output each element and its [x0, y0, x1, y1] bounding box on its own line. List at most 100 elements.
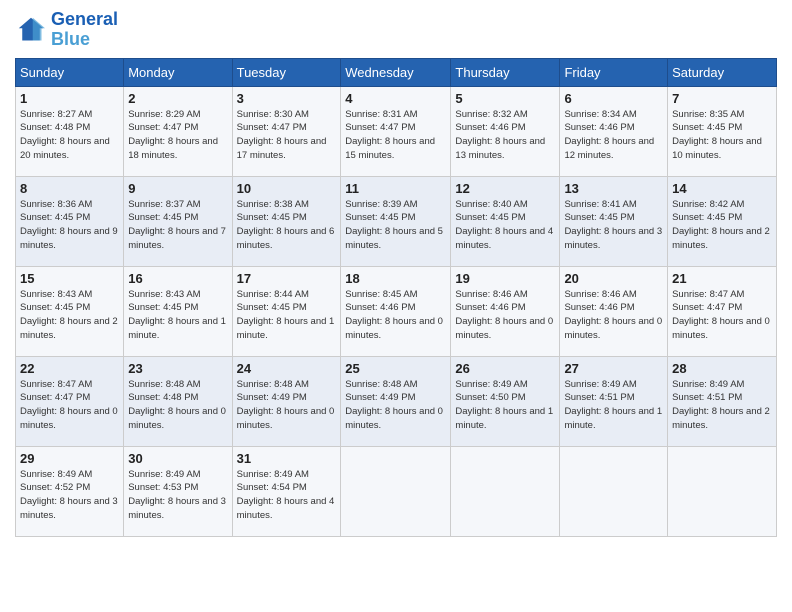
day-number: 7: [672, 91, 772, 106]
day-number: 30: [128, 451, 227, 466]
day-detail: Sunrise: 8:45 AMSunset: 4:46 PMDaylight:…: [345, 289, 443, 341]
calendar-cell: 10 Sunrise: 8:38 AMSunset: 4:45 PMDaylig…: [232, 176, 341, 266]
day-number: 5: [455, 91, 555, 106]
calendar-cell: [668, 446, 777, 536]
day-number: 23: [128, 361, 227, 376]
day-number: 3: [237, 91, 337, 106]
day-number: 9: [128, 181, 227, 196]
day-number: 22: [20, 361, 119, 376]
day-detail: Sunrise: 8:49 AMSunset: 4:50 PMDaylight:…: [455, 379, 553, 431]
calendar-cell: 2 Sunrise: 8:29 AMSunset: 4:47 PMDayligh…: [124, 86, 232, 176]
calendar-cell: 18 Sunrise: 8:45 AMSunset: 4:46 PMDaylig…: [341, 266, 451, 356]
day-detail: Sunrise: 8:47 AMSunset: 4:47 PMDaylight:…: [672, 289, 770, 341]
calendar-cell: 11 Sunrise: 8:39 AMSunset: 4:45 PMDaylig…: [341, 176, 451, 266]
calendar-cell: 31 Sunrise: 8:49 AMSunset: 4:54 PMDaylig…: [232, 446, 341, 536]
day-number: 27: [564, 361, 663, 376]
day-number: 28: [672, 361, 772, 376]
day-detail: Sunrise: 8:35 AMSunset: 4:45 PMDaylight:…: [672, 109, 762, 161]
day-number: 25: [345, 361, 446, 376]
day-detail: Sunrise: 8:48 AMSunset: 4:49 PMDaylight:…: [237, 379, 335, 431]
calendar-week-row: 22 Sunrise: 8:47 AMSunset: 4:47 PMDaylig…: [16, 356, 777, 446]
calendar-cell: 13 Sunrise: 8:41 AMSunset: 4:45 PMDaylig…: [560, 176, 668, 266]
day-detail: Sunrise: 8:49 AMSunset: 4:52 PMDaylight:…: [20, 469, 118, 521]
calendar-cell: 1 Sunrise: 8:27 AMSunset: 4:48 PMDayligh…: [16, 86, 124, 176]
day-detail: Sunrise: 8:49 AMSunset: 4:51 PMDaylight:…: [564, 379, 662, 431]
calendar-cell: 21 Sunrise: 8:47 AMSunset: 4:47 PMDaylig…: [668, 266, 777, 356]
day-detail: Sunrise: 8:31 AMSunset: 4:47 PMDaylight:…: [345, 109, 435, 161]
logo: General Blue: [15, 10, 118, 50]
calendar-cell: 20 Sunrise: 8:46 AMSunset: 4:46 PMDaylig…: [560, 266, 668, 356]
day-number: 11: [345, 181, 446, 196]
calendar-cell: 29 Sunrise: 8:49 AMSunset: 4:52 PMDaylig…: [16, 446, 124, 536]
day-detail: Sunrise: 8:37 AMSunset: 4:45 PMDaylight:…: [128, 199, 226, 251]
day-number: 4: [345, 91, 446, 106]
calendar-cell: 12 Sunrise: 8:40 AMSunset: 4:45 PMDaylig…: [451, 176, 560, 266]
day-number: 19: [455, 271, 555, 286]
weekday-header-friday: Friday: [560, 58, 668, 86]
calendar-cell: 16 Sunrise: 8:43 AMSunset: 4:45 PMDaylig…: [124, 266, 232, 356]
calendar-cell: 26 Sunrise: 8:49 AMSunset: 4:50 PMDaylig…: [451, 356, 560, 446]
day-number: 26: [455, 361, 555, 376]
day-number: 18: [345, 271, 446, 286]
calendar-cell: 19 Sunrise: 8:46 AMSunset: 4:46 PMDaylig…: [451, 266, 560, 356]
day-number: 13: [564, 181, 663, 196]
day-detail: Sunrise: 8:40 AMSunset: 4:45 PMDaylight:…: [455, 199, 553, 251]
calendar-week-row: 1 Sunrise: 8:27 AMSunset: 4:48 PMDayligh…: [16, 86, 777, 176]
calendar-week-row: 15 Sunrise: 8:43 AMSunset: 4:45 PMDaylig…: [16, 266, 777, 356]
calendar-cell: [341, 446, 451, 536]
calendar-cell: 4 Sunrise: 8:31 AMSunset: 4:47 PMDayligh…: [341, 86, 451, 176]
day-number: 21: [672, 271, 772, 286]
day-detail: Sunrise: 8:36 AMSunset: 4:45 PMDaylight:…: [20, 199, 118, 251]
day-number: 15: [20, 271, 119, 286]
page-header: General Blue: [15, 10, 777, 50]
weekday-header-sunday: Sunday: [16, 58, 124, 86]
weekday-header-saturday: Saturday: [668, 58, 777, 86]
calendar-cell: [560, 446, 668, 536]
calendar-cell: 7 Sunrise: 8:35 AMSunset: 4:45 PMDayligh…: [668, 86, 777, 176]
day-number: 31: [237, 451, 337, 466]
day-detail: Sunrise: 8:39 AMSunset: 4:45 PMDaylight:…: [345, 199, 443, 251]
calendar-week-row: 29 Sunrise: 8:49 AMSunset: 4:52 PMDaylig…: [16, 446, 777, 536]
day-detail: Sunrise: 8:29 AMSunset: 4:47 PMDaylight:…: [128, 109, 218, 161]
day-detail: Sunrise: 8:49 AMSunset: 4:54 PMDaylight:…: [237, 469, 335, 521]
calendar-cell: 27 Sunrise: 8:49 AMSunset: 4:51 PMDaylig…: [560, 356, 668, 446]
day-detail: Sunrise: 8:34 AMSunset: 4:46 PMDaylight:…: [564, 109, 654, 161]
calendar-cell: 22 Sunrise: 8:47 AMSunset: 4:47 PMDaylig…: [16, 356, 124, 446]
day-detail: Sunrise: 8:27 AMSunset: 4:48 PMDaylight:…: [20, 109, 110, 161]
day-detail: Sunrise: 8:48 AMSunset: 4:48 PMDaylight:…: [128, 379, 226, 431]
calendar-cell: 23 Sunrise: 8:48 AMSunset: 4:48 PMDaylig…: [124, 356, 232, 446]
day-number: 20: [564, 271, 663, 286]
day-detail: Sunrise: 8:46 AMSunset: 4:46 PMDaylight:…: [455, 289, 553, 341]
logo-text: General Blue: [51, 10, 118, 50]
calendar-cell: 6 Sunrise: 8:34 AMSunset: 4:46 PMDayligh…: [560, 86, 668, 176]
weekday-header-tuesday: Tuesday: [232, 58, 341, 86]
calendar-cell: 3 Sunrise: 8:30 AMSunset: 4:47 PMDayligh…: [232, 86, 341, 176]
calendar-table: SundayMondayTuesdayWednesdayThursdayFrid…: [15, 58, 777, 537]
day-detail: Sunrise: 8:46 AMSunset: 4:46 PMDaylight:…: [564, 289, 662, 341]
calendar-cell: 5 Sunrise: 8:32 AMSunset: 4:46 PMDayligh…: [451, 86, 560, 176]
day-detail: Sunrise: 8:32 AMSunset: 4:46 PMDaylight:…: [455, 109, 545, 161]
day-detail: Sunrise: 8:43 AMSunset: 4:45 PMDaylight:…: [20, 289, 118, 341]
calendar-cell: 30 Sunrise: 8:49 AMSunset: 4:53 PMDaylig…: [124, 446, 232, 536]
calendar-cell: 17 Sunrise: 8:44 AMSunset: 4:45 PMDaylig…: [232, 266, 341, 356]
day-detail: Sunrise: 8:30 AMSunset: 4:47 PMDaylight:…: [237, 109, 327, 161]
day-number: 2: [128, 91, 227, 106]
day-number: 29: [20, 451, 119, 466]
day-number: 24: [237, 361, 337, 376]
calendar-cell: 15 Sunrise: 8:43 AMSunset: 4:45 PMDaylig…: [16, 266, 124, 356]
calendar-cell: [451, 446, 560, 536]
day-detail: Sunrise: 8:49 AMSunset: 4:51 PMDaylight:…: [672, 379, 770, 431]
day-detail: Sunrise: 8:44 AMSunset: 4:45 PMDaylight:…: [237, 289, 335, 341]
day-detail: Sunrise: 8:41 AMSunset: 4:45 PMDaylight:…: [564, 199, 662, 251]
day-detail: Sunrise: 8:47 AMSunset: 4:47 PMDaylight:…: [20, 379, 118, 431]
day-detail: Sunrise: 8:42 AMSunset: 4:45 PMDaylight:…: [672, 199, 770, 251]
day-number: 17: [237, 271, 337, 286]
weekday-header-thursday: Thursday: [451, 58, 560, 86]
calendar-week-row: 8 Sunrise: 8:36 AMSunset: 4:45 PMDayligh…: [16, 176, 777, 266]
day-number: 8: [20, 181, 119, 196]
day-detail: Sunrise: 8:43 AMSunset: 4:45 PMDaylight:…: [128, 289, 226, 341]
day-detail: Sunrise: 8:49 AMSunset: 4:53 PMDaylight:…: [128, 469, 226, 521]
calendar-cell: 8 Sunrise: 8:36 AMSunset: 4:45 PMDayligh…: [16, 176, 124, 266]
logo-icon: [15, 16, 47, 44]
calendar-cell: 9 Sunrise: 8:37 AMSunset: 4:45 PMDayligh…: [124, 176, 232, 266]
